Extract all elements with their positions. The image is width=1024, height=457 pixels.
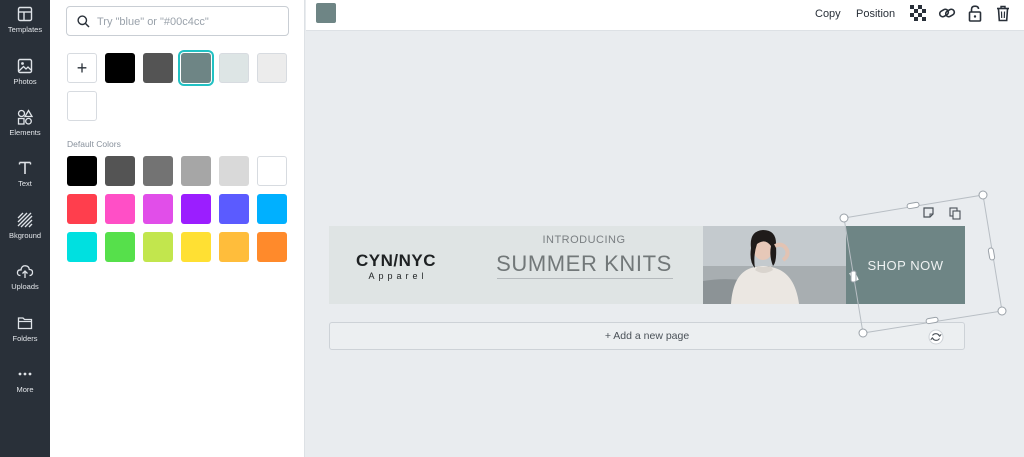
default-color-swatch[interactable] — [143, 194, 173, 224]
document-color-swatch[interactable] — [257, 53, 287, 83]
add-page-button[interactable]: + Add a new page — [329, 322, 965, 350]
sidebar-item-templates[interactable]: Templates — [0, 2, 50, 52]
brand-sub-text: Apparel — [368, 271, 428, 281]
rotate-icon — [928, 329, 944, 345]
document-color-swatch[interactable] — [181, 53, 211, 83]
model-photo[interactable] — [703, 226, 846, 304]
sidebar-item-label: Text — [18, 179, 32, 188]
sidebar-item-photos[interactable]: Photos — [0, 54, 50, 104]
resize-handle-left — [850, 270, 857, 283]
default-color-swatch[interactable] — [143, 232, 173, 262]
text-color-button[interactable] — [316, 3, 336, 23]
document-color-swatch[interactable] — [143, 53, 173, 83]
unlock-icon[interactable] — [968, 5, 982, 27]
default-color-swatch[interactable] — [105, 156, 135, 186]
color-search-input[interactable] — [97, 13, 282, 30]
add-color-button[interactable]: + — [67, 53, 97, 83]
default-color-swatch[interactable] — [181, 194, 211, 224]
sidebar-item-uploads[interactable]: Uploads — [0, 259, 50, 309]
sidebar-item-background[interactable]: Bkground — [0, 208, 50, 258]
cta-block[interactable]: SHOP NOW — [846, 226, 965, 304]
default-color-swatch[interactable] — [219, 232, 249, 262]
default-color-swatch[interactable] — [219, 156, 249, 186]
uploads-icon — [16, 265, 34, 278]
default-color-swatch[interactable] — [219, 194, 249, 224]
headline-underline — [497, 278, 673, 279]
search-icon — [77, 15, 90, 28]
default-colors-label: Default Colors — [67, 139, 121, 149]
brand-logo[interactable]: CYN/NYC Apparel — [351, 251, 441, 282]
corner-handle-bottom-right — [997, 306, 1007, 316]
corner-handle-top-right — [978, 190, 988, 200]
resize-handle-right — [987, 247, 996, 261]
shop-now-text: SHOP NOW — [867, 258, 944, 273]
copy-button[interactable]: Copy — [815, 8, 841, 20]
default-color-swatch[interactable] — [67, 156, 97, 186]
sidebar-item-label: Photos — [13, 77, 37, 86]
duplicate-icon — [949, 207, 961, 220]
default-color-swatch[interactable] — [67, 232, 97, 262]
default-color-swatch[interactable] — [67, 194, 97, 224]
default-color-swatch[interactable] — [143, 156, 173, 186]
note-icon — [923, 207, 934, 218]
transparency-icon[interactable] — [910, 5, 926, 26]
default-color-swatch[interactable] — [257, 156, 287, 186]
trash-icon[interactable] — [996, 5, 1010, 27]
headline-text[interactable]: SUMMER KNITS — [489, 251, 679, 277]
document-color-swatch[interactable] — [219, 53, 249, 83]
sidebar-item-folders[interactable]: Folders — [0, 311, 50, 361]
more-icon — [18, 372, 32, 376]
corner-handle-top-left — [839, 213, 849, 223]
default-color-swatch[interactable] — [257, 232, 287, 262]
sidebar-item-label: Bkground — [8, 231, 42, 240]
sidebar-item-text[interactable]: Text — [0, 156, 50, 206]
sidebar-item-label: Uploads — [11, 282, 39, 291]
elements-icon — [17, 109, 33, 125]
sidebar-item-elements[interactable]: Elements — [0, 105, 50, 155]
sidebar-item-label: Templates — [7, 25, 43, 34]
introducing-text[interactable]: INTRODUCING — [494, 234, 674, 246]
default-color-swatch[interactable] — [105, 194, 135, 224]
side-navigation: Templates Photos Elements Text Bkground … — [0, 0, 50, 457]
sidebar-item-label: More — [16, 385, 34, 394]
default-color-swatch[interactable] — [105, 232, 135, 262]
corner-handle-bottom-left — [858, 328, 868, 338]
folders-icon — [17, 317, 33, 330]
position-button[interactable]: Position — [856, 8, 895, 20]
color-search-box[interactable] — [66, 6, 289, 36]
text-icon — [18, 161, 32, 174]
link-icon[interactable] — [938, 5, 956, 26]
default-color-swatch[interactable] — [257, 194, 287, 224]
sidebar-item-label: Folders — [12, 334, 38, 343]
brand-name-text: CYN/NYC — [355, 251, 436, 270]
document-color-swatch[interactable] — [105, 53, 135, 83]
design-page[interactable]: CYN/NYC Apparel INTRODUCING SUMMER KNITS… — [329, 226, 965, 304]
sidebar-item-label: Elements — [9, 128, 41, 137]
photos-icon — [17, 58, 33, 74]
background-icon — [17, 212, 33, 228]
resize-handle-top — [906, 201, 920, 210]
default-color-swatch[interactable] — [181, 232, 211, 262]
document-color-swatch[interactable] — [67, 91, 97, 121]
templates-icon — [17, 6, 33, 22]
sidebar-item-more[interactable]: More — [0, 362, 50, 412]
default-color-swatch[interactable] — [181, 156, 211, 186]
top-toolbar: Copy Position — [306, 0, 1024, 31]
